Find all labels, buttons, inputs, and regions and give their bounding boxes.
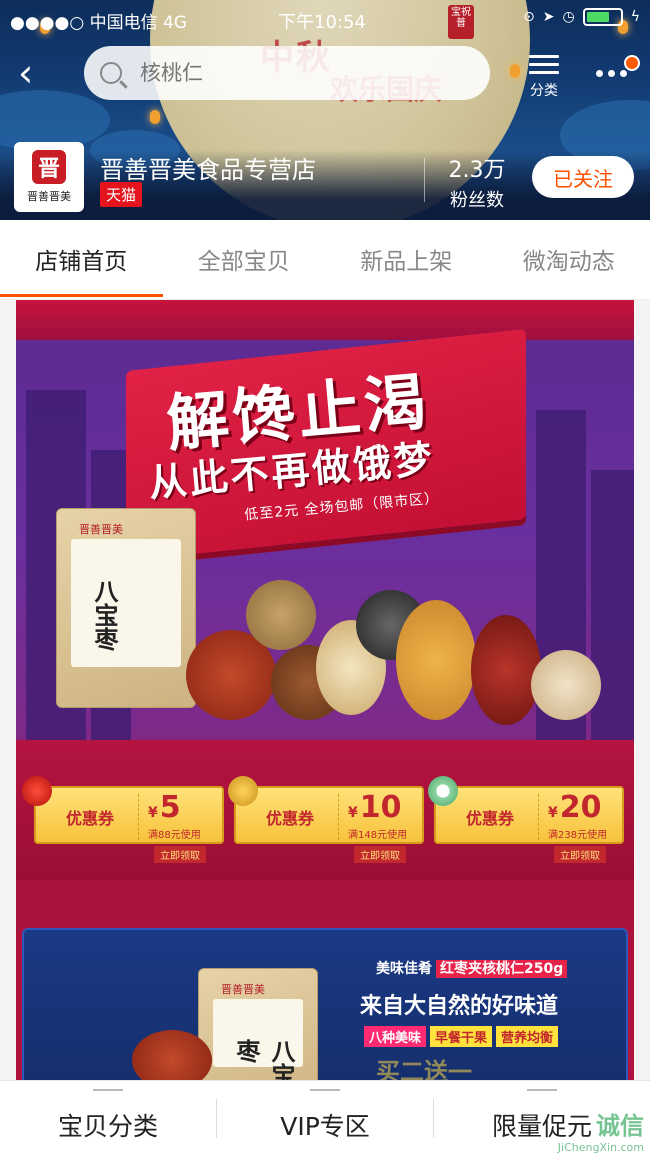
promo-line-1: 美味佳肴 红枣夹核桃仁250g: [376, 958, 568, 978]
promo-tagline: 来自大自然的好味道: [360, 994, 559, 1019]
promo-product-name: 红枣夹核桃仁250g: [436, 960, 568, 978]
more-menu-icon[interactable]: [596, 70, 627, 77]
product-bag: 晋善晋美 八宝枣: [198, 968, 318, 1080]
alarm-icon: ◷: [562, 9, 575, 25]
list-icon: [529, 55, 559, 74]
carrier-text: ●●●●○ 中国电信 4G: [10, 13, 187, 33]
divider: [424, 158, 425, 202]
search-icon: [100, 62, 122, 84]
curtain-decoration: [16, 300, 634, 340]
category-button[interactable]: 分类: [524, 50, 564, 100]
status-icons: ⊙ ➤ ◷ ϟ: [523, 8, 640, 26]
fans-label: 粉丝数: [450, 190, 504, 211]
promo-tag: 营养均衡: [496, 1026, 559, 1047]
store-name: 晋善晋美食品专营店: [100, 156, 316, 184]
tab-new-arrivals[interactable]: 新品上架: [325, 220, 488, 299]
bag-brand: 晋善晋美: [79, 523, 123, 536]
promo-offer: 买二送一: [376, 1058, 472, 1080]
bottom-nav: 宝贝分类 VIP专区 限量促元: [0, 1080, 650, 1156]
currency-symbol: ¥: [548, 805, 558, 821]
promo-tags: 八种美味 早餐干果 营养均衡: [364, 1026, 559, 1047]
coupon-amount: 20: [559, 790, 602, 825]
coupon-claim-button[interactable]: 立即领取: [354, 846, 406, 863]
coupon-label: 优惠券: [266, 809, 315, 828]
product-bag: 晋善晋美 八宝枣: [56, 508, 196, 708]
coupon-10[interactable]: 优惠券 ¥10 满148元使用 立即领取: [234, 786, 424, 863]
store-header: 中秋 欢乐国庆 宝祝普 ●●●●○ 中国电信 4G 下午10:54 ⊙ ➤ ◷ …: [0, 0, 650, 220]
coupon-condition: 满238元使用: [548, 830, 608, 841]
currency-symbol: ¥: [348, 805, 358, 821]
watermark-url: JiChengXin.com: [557, 1141, 644, 1154]
notification-dot: [624, 55, 640, 71]
lantern-icon: [22, 776, 52, 806]
tmall-badge: 天猫: [100, 182, 143, 207]
fans-number: 2.3万: [448, 158, 506, 183]
status-bar: ●●●●○ 中国电信 4G 下午10:54 ⊙ ➤ ◷ ϟ: [0, 0, 650, 36]
nav-item-categories[interactable]: 宝贝分类: [0, 1081, 216, 1156]
bag-title: 八宝枣: [232, 1039, 295, 1080]
promo-prefix: 美味佳肴: [376, 961, 432, 977]
dried-fruit-image: [396, 600, 476, 720]
search-bar[interactable]: [84, 46, 490, 100]
follow-button[interactable]: 已关注: [532, 156, 634, 198]
store-logo-text: 晋善晋美: [27, 190, 71, 203]
lock-rotation-icon: ⊙: [523, 9, 535, 25]
jade-ring-icon: [428, 776, 458, 806]
lantern-decoration: [150, 110, 160, 124]
walnut-image: [246, 580, 316, 650]
bag-title: 八宝枣: [90, 579, 118, 651]
watermark-text: 诚信: [596, 1112, 644, 1140]
back-icon[interactable]: ‹: [18, 54, 54, 92]
lantern-decoration: [510, 64, 520, 78]
battery-icon: [582, 8, 623, 26]
coupon-claim-button[interactable]: 立即领取: [154, 846, 206, 863]
coupon-amount: 10: [359, 790, 402, 825]
fans-count: 2.3万 粉丝数: [440, 152, 514, 212]
promo-tag: 八种美味: [364, 1026, 427, 1047]
coupon-20[interactable]: 优惠券 ¥20 满238元使用 立即领取: [434, 786, 624, 863]
tab-home[interactable]: 店铺首页: [0, 220, 163, 299]
category-label: 分类: [530, 83, 558, 99]
dried-slice-image: [531, 650, 601, 720]
coupon-condition: 满148元使用: [348, 830, 408, 841]
coupon-amount: 5: [159, 790, 181, 825]
coupon-label: 优惠券: [66, 809, 115, 828]
store-tabs: 店铺首页 全部宝贝 新品上架 微淘动态: [0, 220, 650, 300]
currency-symbol: ¥: [148, 805, 158, 821]
charging-icon: ϟ: [630, 9, 640, 25]
red-date-image: [471, 615, 541, 725]
search-input[interactable]: [140, 61, 440, 85]
coupon-claim-button[interactable]: 立即领取: [554, 846, 606, 863]
coupon-5[interactable]: 优惠券 ¥5 满88元使用 立即领取: [34, 786, 224, 863]
tab-feed[interactable]: 微淘动态: [488, 220, 650, 299]
promo-tag: 早餐干果: [430, 1026, 493, 1047]
tab-all-items[interactable]: 全部宝贝: [163, 220, 326, 299]
watermark: 诚信 JiChengXin.com: [558, 1106, 644, 1154]
fortune-charm-icon: [228, 776, 258, 806]
store-content: 解馋止渴 从此不再做饿梦 低至2元 全场包邮（限市区） 晋善晋美 八宝枣 优惠券…: [0, 300, 650, 1080]
coupon-label: 优惠券: [466, 809, 515, 828]
coupon-condition: 满88元使用: [148, 830, 201, 841]
clock-text: 下午10:54: [278, 12, 366, 33]
promo-banner[interactable]: 解馋止渴 从此不再做饿梦 低至2元 全场包邮（限市区） 晋善晋美 八宝枣 优惠券…: [16, 300, 634, 1080]
location-icon: ➤: [542, 9, 555, 25]
nav-item-vip[interactable]: VIP专区: [217, 1081, 433, 1156]
store-logo[interactable]: 晋 晋善晋美: [14, 142, 84, 212]
bag-brand: 晋善晋美: [221, 983, 265, 996]
store-logo-mark: 晋: [32, 150, 66, 184]
